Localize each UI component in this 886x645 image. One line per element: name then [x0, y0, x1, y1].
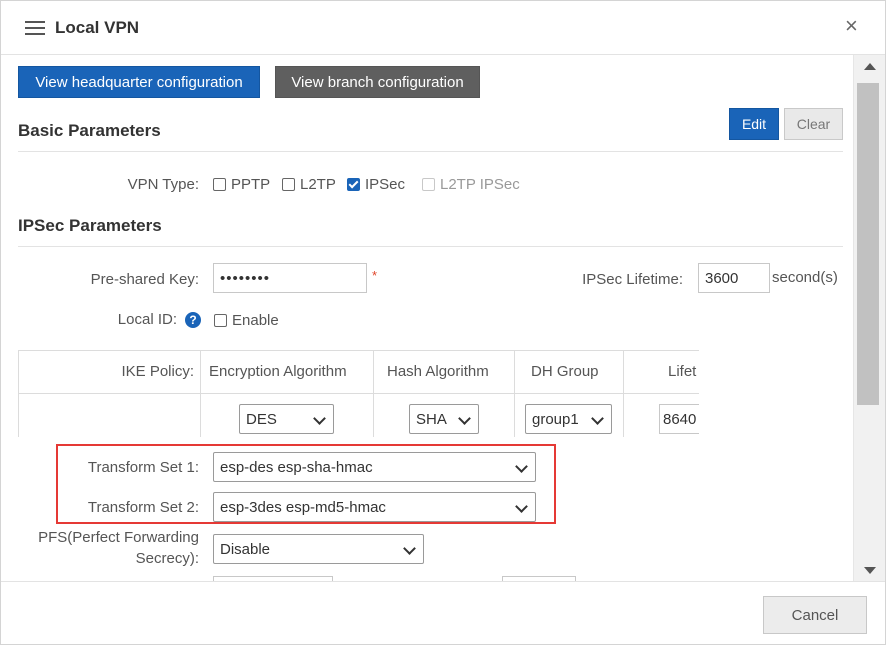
edit-button[interactable]: Edit	[729, 108, 779, 140]
scroll-thumb[interactable]	[857, 83, 879, 405]
local-vpn-dialog: Local VPN × View headquarter configurati…	[0, 0, 886, 645]
checkbox-label: Enable	[232, 312, 279, 329]
view-headquarter-button[interactable]: View headquarter configuration	[18, 66, 260, 98]
view-branch-button[interactable]: View branch configuration	[275, 66, 480, 98]
checkbox-icon	[214, 314, 227, 327]
scroll-down-arrow-icon[interactable]	[864, 567, 876, 574]
pfs-select[interactable]: Disable	[213, 534, 424, 564]
hash-header: Hash Algorithm	[387, 363, 489, 380]
ipsec-lifetime-label: IPSec Lifetime:	[582, 271, 683, 288]
select-value: esp-des esp-sha-hmac	[220, 458, 373, 476]
ipsec-parameters-title: IPSec Parameters	[18, 216, 162, 235]
table-column: DH Group group1	[515, 351, 624, 437]
divider	[18, 246, 843, 247]
vpn-type-label: VPN Type:	[127, 176, 199, 193]
vpn-type-l2tp-checkbox[interactable]: L2TP	[282, 176, 336, 193]
checkbox-label: L2TP IPSec	[440, 176, 520, 193]
scroll-up-arrow-icon[interactable]	[864, 63, 876, 70]
chevron-down-icon	[515, 500, 528, 513]
basic-parameters-title: Basic Parameters	[18, 121, 161, 140]
dialog-header: Local VPN ×	[1, 1, 885, 55]
vertical-scrollbar[interactable]	[853, 55, 885, 581]
select-value: group1	[532, 410, 579, 428]
table-column: Lifet 8640	[624, 351, 699, 437]
lifetime-unit: second(s)	[772, 269, 838, 286]
dialog-footer: Cancel	[1, 581, 885, 644]
transform-set-2-label: Transform Set 2:	[87, 499, 199, 516]
close-icon[interactable]: ×	[845, 15, 858, 37]
cancel-button[interactable]: Cancel	[763, 596, 867, 634]
ike-lifetime-input[interactable]: 8640	[659, 404, 699, 434]
dialog-title: Local VPN	[55, 18, 140, 37]
select-value: DES	[246, 410, 277, 428]
divider	[18, 151, 843, 152]
vpn-type-ipsec-checkbox[interactable]: IPSec	[347, 176, 405, 193]
checkbox-icon	[213, 178, 226, 191]
vpn-type-l2tp-ipsec-checkbox: L2TP IPSec	[422, 176, 520, 193]
required-mark: *	[372, 268, 378, 283]
vpn-type-pptp-checkbox[interactable]: PPTP	[213, 176, 270, 193]
encryption-select[interactable]: DES	[239, 404, 334, 434]
transform-set-1-select[interactable]: esp-des esp-sha-hmac	[213, 452, 536, 482]
checkbox-icon	[282, 178, 295, 191]
table-column: Hash Algorithm SHA	[374, 351, 515, 437]
ipsec-lifetime-input[interactable]: 3600	[698, 263, 770, 293]
chevron-down-icon	[591, 412, 604, 425]
select-value: Disable	[220, 540, 271, 558]
pfs-label: PFS(Perfect Forwarding Secrecy):	[21, 529, 199, 567]
help-icon[interactable]: ?	[185, 312, 201, 328]
psk-input[interactable]: ••••••••	[213, 263, 367, 293]
dh-group-select[interactable]: group1	[525, 404, 612, 434]
chevron-down-icon	[458, 412, 471, 425]
psk-label: Pre-shared Key:	[90, 271, 199, 288]
chevron-down-icon	[313, 412, 326, 425]
checkbox-label: L2TP	[300, 176, 336, 193]
dialog-body: View headquarter configuration View bran…	[1, 55, 852, 581]
lifetime-header: Lifet	[668, 363, 697, 380]
clear-button[interactable]: Clear	[784, 108, 843, 140]
chevron-down-icon	[515, 460, 528, 473]
menu-icon[interactable]	[25, 21, 45, 35]
hash-select[interactable]: SHA	[409, 404, 479, 434]
select-value: esp-3des esp-md5-hmac	[220, 498, 386, 516]
local-id-enable-checkbox[interactable]: Enable	[214, 312, 279, 329]
checked-icon	[347, 178, 360, 191]
local-id-label: Local ID:	[117, 311, 177, 328]
ike-policy-table: IKE Policy: Encryption Algorithm DES Has…	[18, 350, 699, 437]
dh-group-header: DH Group	[531, 363, 599, 380]
checkbox-label: PPTP	[231, 176, 271, 193]
encryption-header: Encryption Algorithm	[209, 363, 347, 380]
table-row-divider	[19, 393, 699, 394]
transform-set-1-label: Transform Set 1:	[87, 459, 199, 476]
transform-set-2-select[interactable]: esp-3des esp-md5-hmac	[213, 492, 536, 522]
checkbox-icon	[422, 178, 435, 191]
table-column: IKE Policy:	[19, 351, 201, 437]
pfs-label-line2: Secrecy):	[135, 550, 199, 567]
checkbox-label: IPSec	[365, 176, 406, 193]
pfs-label-line1: PFS(Perfect Forwarding	[38, 529, 199, 546]
select-value: SHA	[416, 410, 447, 428]
table-column: Encryption Algorithm DES	[201, 351, 374, 437]
ike-policy-header: IKE Policy:	[121, 363, 194, 380]
chevron-down-icon	[403, 542, 416, 555]
